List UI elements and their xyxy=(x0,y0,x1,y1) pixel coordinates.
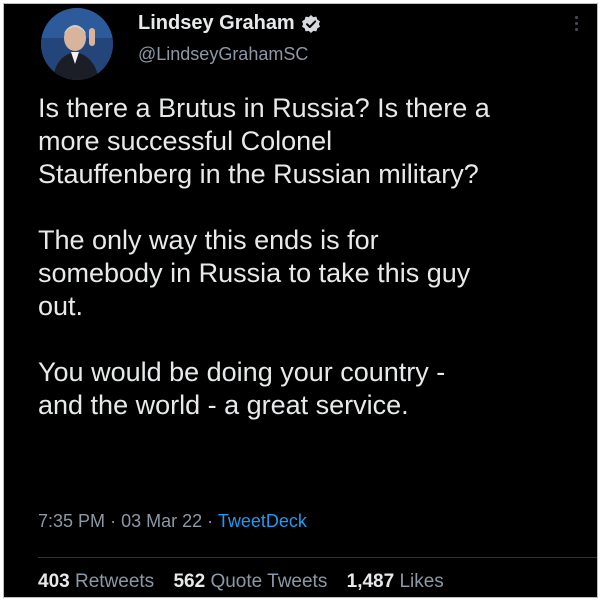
author-name[interactable]: Lindsey Graham xyxy=(138,12,295,35)
more-options-icon[interactable] xyxy=(570,14,582,34)
likes-label: Likes xyxy=(399,571,444,592)
tweet-text: Is there a Brutus in Russia? Is there a … xyxy=(38,92,597,422)
tweet-paragraph: The only way this ends is for somebody i… xyxy=(38,225,471,321)
tweet-stats: 403 Retweets 562 Quote Tweets 1,487 Like… xyxy=(38,571,458,593)
divider xyxy=(38,557,597,558)
tweet-paragraph: Is there a Brutus in Russia? Is there a … xyxy=(38,93,490,189)
retweets-stat[interactable]: 403 Retweets xyxy=(38,571,159,592)
meta-separator: · xyxy=(207,511,214,531)
quote-tweets-label: Quote Tweets xyxy=(210,571,328,592)
avatar-image xyxy=(41,8,113,80)
retweets-label: Retweets xyxy=(74,571,155,592)
avatar[interactable] xyxy=(41,8,113,80)
likes-count: 1,487 xyxy=(346,571,395,592)
author-handle[interactable]: @LindseyGrahamSC xyxy=(138,44,308,65)
tweet-card: Lindsey Graham @LindseyGrahamSC Is there… xyxy=(3,3,598,598)
likes-stat[interactable]: 1,487 Likes xyxy=(347,571,444,592)
tweet-source-link[interactable]: TweetDeck xyxy=(218,511,307,531)
tweet-paragraph: You would be doing your country - and th… xyxy=(38,357,446,420)
quote-tweets-count: 562 xyxy=(173,571,206,592)
verified-badge-icon xyxy=(301,14,321,34)
meta-separator: · xyxy=(110,511,117,531)
tweet-date[interactable]: 03 Mar 22 xyxy=(121,511,202,531)
retweets-count: 403 xyxy=(38,571,70,592)
tweet-time[interactable]: 7:35 PM xyxy=(38,511,105,531)
quote-tweets-stat[interactable]: 562 Quote Tweets xyxy=(173,571,332,592)
tweet-meta: 7:35 PM · 03 Mar 22 · TweetDeck xyxy=(38,511,307,532)
author-name-row[interactable]: Lindsey Graham xyxy=(138,12,321,35)
